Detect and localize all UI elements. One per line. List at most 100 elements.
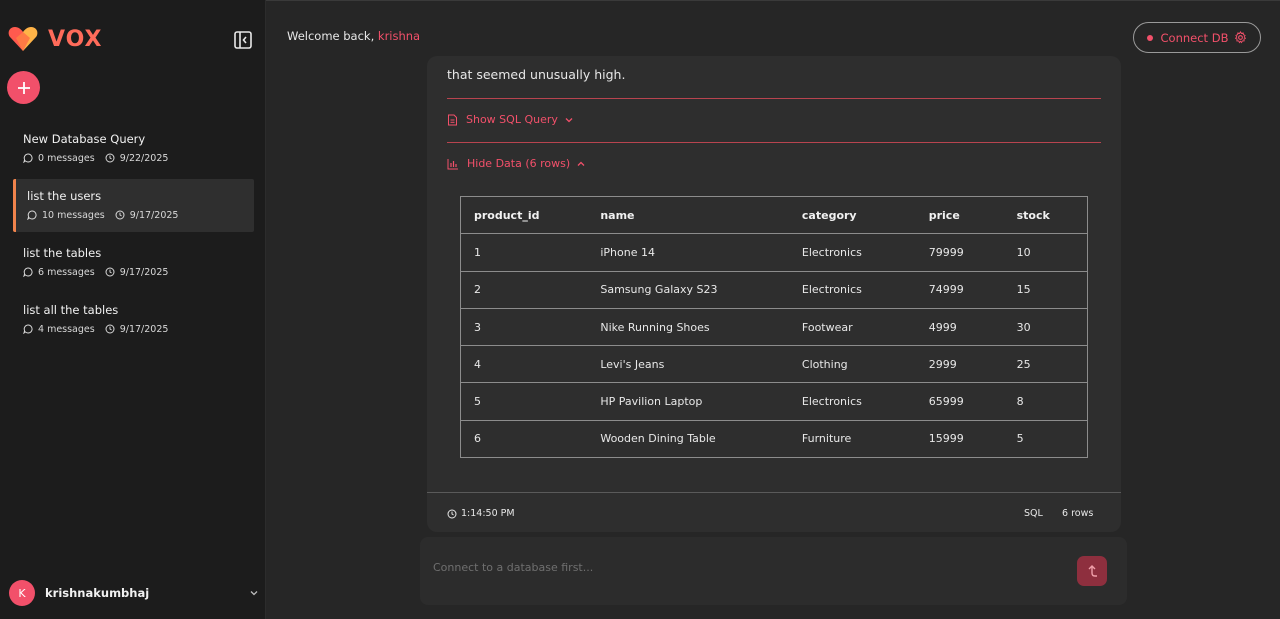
message-count: 6 messages [38, 266, 95, 278]
timestamp-text: 1:14:50 PM [461, 508, 515, 519]
chat-meta: 4 messages 9/17/2025 [23, 322, 244, 336]
table-cell: 25 [1003, 345, 1088, 384]
chat-title: list the tables [23, 246, 102, 260]
message-bubble-icon [23, 267, 33, 277]
chat-date: 9/17/2025 [119, 323, 169, 335]
table-cell: 6 [460, 420, 588, 459]
table-cell: Clothing [788, 345, 916, 384]
table-cell: 79999 [915, 233, 1004, 272]
welcome-username: krishna [377, 29, 421, 43]
clock-icon [447, 509, 457, 518]
clock-icon [105, 324, 115, 334]
table-cell: HP Pavilion Laptop [587, 382, 789, 421]
chat-meta: 0 messages 9/22/2025 [23, 151, 244, 165]
column-header: stock [1003, 196, 1088, 235]
table-cell: 4 [460, 345, 588, 384]
chat-item[interactable]: list the tables 6 messages 9/17/2025 [13, 236, 254, 289]
chat-title: New Database Query [23, 132, 146, 146]
table-header-row: product_id name category price stock [460, 196, 1088, 235]
table-cell: 15999 [915, 420, 1004, 459]
logo: VOX [8, 26, 103, 52]
chat-date-group: 9/17/2025 [105, 266, 169, 278]
connect-db-label: Connect DB [1160, 30, 1229, 45]
column-header: name [587, 196, 789, 235]
show-sql-toggle[interactable]: Show SQL Query [447, 113, 574, 126]
chevron-down-icon [250, 591, 258, 596]
table-cell: Levi's Jeans [587, 345, 789, 384]
send-arrow-icon [1088, 565, 1097, 577]
sidebar: VOX New Database Query 0 messages 9/22/2… [0, 0, 266, 619]
message-timestamp: 1:14:50 PM [447, 508, 515, 519]
panel-collapse-icon [234, 31, 252, 49]
welcome-text: Welcome back, [287, 29, 375, 43]
message-bubble-icon [23, 324, 33, 334]
app-root: VOX New Database Query 0 messages 9/22/2… [0, 0, 1280, 619]
chat-title: list all the tables [23, 303, 119, 317]
chat-input[interactable] [433, 561, 993, 574]
table-cell: 74999 [915, 271, 1004, 309]
chat-date: 9/17/2025 [129, 209, 179, 221]
send-button[interactable] [1077, 556, 1107, 586]
chat-meta: 6 messages 9/17/2025 [23, 265, 244, 279]
table-cell: 5 [460, 382, 588, 421]
heart-logo-icon [8, 27, 38, 51]
table-cell: Nike Running Shoes [587, 308, 789, 347]
chat-date: 9/17/2025 [119, 266, 169, 278]
table-row: 6 Wooden Dining Table Furniture 15999 5 [460, 420, 1088, 459]
message-count: 10 messages [42, 209, 105, 221]
divider [447, 142, 1101, 143]
chat-item[interactable]: list all the tables 4 messages 9/17/2025 [13, 293, 254, 346]
chat-title: list the users [27, 189, 102, 203]
chevron-down-icon [565, 117, 573, 122]
hide-data-toggle[interactable]: Hide Data (6 rows) [447, 157, 586, 170]
table-cell: 10 [1003, 233, 1088, 272]
chat-date-group: 9/17/2025 [115, 209, 179, 221]
result-table: product_id name category price stock 1 i… [460, 196, 1088, 459]
chat-item[interactable]: New Database Query 0 messages 9/22/2025 [13, 122, 254, 175]
chat-history-list: New Database Query 0 messages 9/22/2025 … [13, 122, 254, 350]
table-row: 4 Levi's Jeans Clothing 2999 25 [460, 345, 1088, 384]
new-chat-button[interactable] [7, 71, 40, 104]
status-dot [1146, 34, 1153, 41]
table-cell: 5 [1003, 420, 1088, 459]
message-count: 0 messages [38, 152, 95, 164]
table-cell: 65999 [915, 382, 1004, 421]
table-row: 2 Samsung Galaxy S23 Electronics 74999 1… [460, 271, 1088, 309]
collapse-sidebar-button[interactable] [233, 30, 253, 50]
brand-name: VOX [48, 26, 103, 52]
clock-icon [115, 210, 125, 220]
table-cell: 2 [460, 271, 588, 309]
bar-chart-icon [447, 158, 458, 169]
message-bubble-icon [27, 210, 37, 220]
message-count: 4 messages [38, 323, 95, 335]
table-cell: Electronics [788, 271, 916, 309]
hide-data-label: Hide Data (6 rows) [467, 157, 571, 170]
column-header: product_id [460, 196, 588, 235]
message-footer: 1:14:50 PM SQL 6 rows [427, 492, 1121, 532]
query-type-badge: SQL [1024, 508, 1043, 519]
chat-meta: 10 messages 9/17/2025 [27, 208, 244, 222]
show-sql-label: Show SQL Query [466, 113, 558, 126]
avatar: K [9, 580, 35, 606]
table-row: 1 iPhone 14 Electronics 79999 10 [460, 233, 1088, 272]
chat-date: 9/22/2025 [119, 152, 169, 164]
row-count: 6 rows [1062, 508, 1094, 519]
table-cell: Footwear [788, 308, 916, 347]
clock-icon [105, 267, 115, 277]
clock-icon [105, 153, 115, 163]
user-name: krishnakumbhaj [45, 586, 150, 600]
chat-input-bar [420, 537, 1127, 605]
assistant-message-card: that seemed unusually high. Show SQL Que… [427, 56, 1121, 532]
connect-db-button[interactable]: Connect DB [1133, 22, 1261, 53]
table-cell: Samsung Galaxy S23 [587, 271, 789, 309]
plus-icon [17, 81, 30, 94]
table-cell: Furniture [788, 420, 916, 459]
chat-item-active[interactable]: list the users 10 messages 9/17/2025 [13, 179, 254, 232]
user-menu[interactable]: K krishnakumbhaj [9, 580, 259, 606]
message-bubble-icon [23, 153, 33, 163]
chat-date-group: 9/17/2025 [105, 323, 169, 335]
table-cell: 2999 [915, 345, 1004, 384]
welcome-message: Welcome back, krishna [287, 29, 420, 43]
message-text: that seemed unusually high. [447, 67, 626, 82]
table-cell: 15 [1003, 271, 1088, 309]
